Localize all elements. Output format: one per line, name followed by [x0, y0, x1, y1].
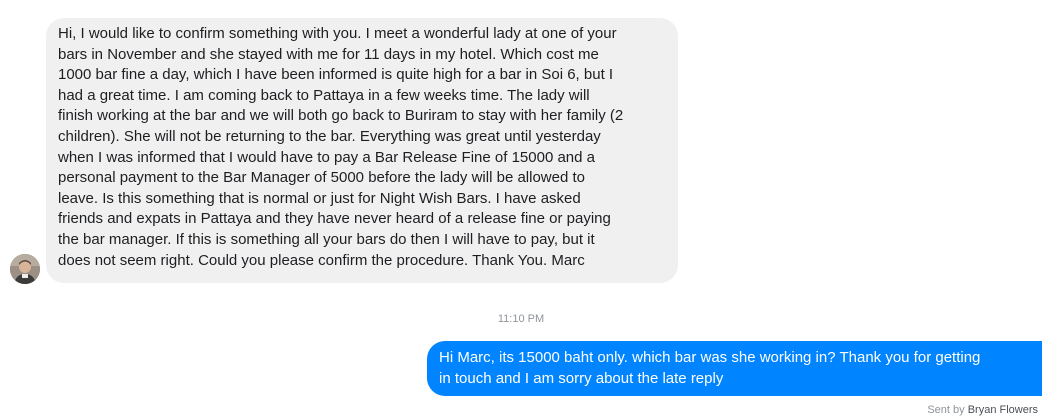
message-line: friends and expats in Pattaya and they h… [58, 210, 611, 228]
sender-avatar[interactable] [10, 254, 40, 284]
message-line: had a great time. I am coming back to Pa… [58, 86, 590, 104]
message-line: 1000 bar fine a day, which I have been i… [58, 66, 614, 84]
sent-by-prefix: Sent by [927, 404, 965, 416]
sent-by-name[interactable]: Bryan Flowers [968, 404, 1038, 416]
message-timestamp: 11:10 PM [497, 313, 545, 325]
message-line: in touch and I am sorry about the late r… [439, 370, 724, 387]
message-line: children). She will not be returning to … [58, 127, 601, 145]
message-line: finish working at the bar and we will bo… [58, 107, 624, 125]
sent-by-label: Sent by Bryan Flowers [927, 404, 1038, 416]
chat-thread: Hi, I would like to confirm something wi… [0, 0, 1042, 418]
message-line: does not seem right. Could you please co… [58, 251, 585, 269]
message-line: leave. Is this something that is normal … [58, 189, 581, 207]
person-photo-icon [10, 254, 40, 284]
message-line: when I was informed that I would have to… [58, 148, 595, 166]
message-line: Hi, I would like to confirm something wi… [58, 25, 617, 42]
message-line: bars in November and she stayed with me … [58, 45, 599, 63]
message-line: Hi Marc, its 15000 baht only. which bar … [439, 349, 981, 366]
message-line: the bar manager. If this is something al… [58, 230, 595, 248]
message-line: personal payment to the Bar Manager of 5… [58, 169, 585, 187]
incoming-message-bubble[interactable]: Hi, I would like to confirm something wi… [46, 18, 678, 283]
outgoing-message-bubble[interactable]: Hi Marc, its 15000 baht only. which bar … [427, 341, 1042, 396]
